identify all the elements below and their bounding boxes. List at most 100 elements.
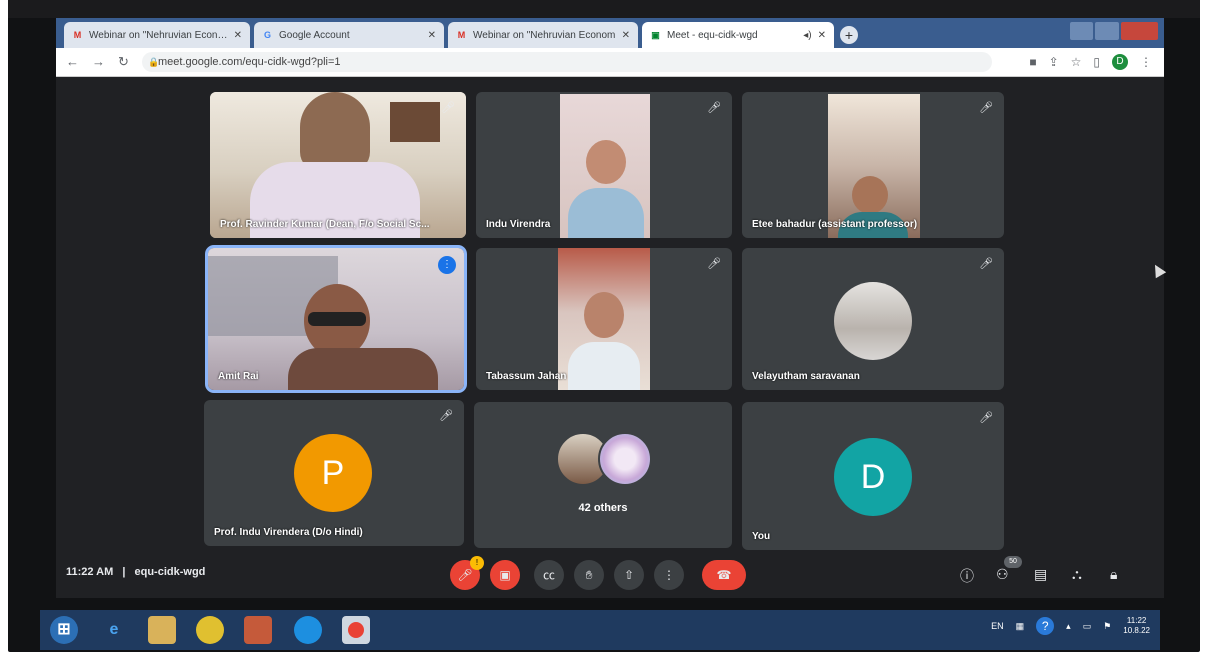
maximize-button[interactable] [1095,22,1119,40]
wall-board [390,102,440,142]
participant-tile[interactable]: P 🎤︎ Prof. Indu Virendera (D/o Hindi) [204,400,464,546]
participant-name: Velayutham saravanan [752,371,860,382]
forward-icon[interactable]: → [92,54,105,69]
tab-webinar-2[interactable]: M Webinar on "Nehruvian Econom ✕ [448,22,638,48]
close-icon[interactable]: ✕ [428,30,436,41]
meeting-info-separator: | [122,566,126,578]
url-field[interactable]: 🔒 meet.google.com/equ-cidk-wgd?pli=1 [142,52,992,72]
language-indicator[interactable]: EN [991,621,1004,631]
participant-head [584,292,624,338]
tab-title: Meet - equ-cidk-wgd [667,29,758,41]
bookmark-star-icon[interactable]: ☆ [1071,55,1082,69]
meet-icon: ▣ [651,29,660,40]
chrome-icon[interactable] [342,616,370,644]
taskbar-clock[interactable]: 11:22 10.8.22 [1123,616,1150,636]
app-icon[interactable] [244,616,272,644]
camera-toggle-button[interactable]: ▣ [490,560,520,590]
profile-avatar[interactable]: D [1112,54,1128,70]
hang-up-icon: ☎︎ [716,568,732,582]
internet-explorer-icon[interactable]: e [100,616,128,644]
system-tray: EN ▦ ? ▴ ▭ ⚑ 11:22 10.8.22 [991,616,1150,636]
participant-head [852,176,888,214]
reload-icon[interactable]: ↻ [118,54,129,70]
participant-photo-avatar [834,282,912,360]
self-name: You [752,531,771,542]
browser-tab-bar: M Webinar on "Nehruvian Econom ✕ G Googl… [56,18,1164,48]
others-tile[interactable]: 42 others [474,402,732,548]
mic-warning-badge: ! [470,556,484,570]
muted-mic-icon: 🎤︎ [707,102,721,114]
start-button-icon[interactable]: ⊞ [50,616,78,644]
flag-icon[interactable]: ⚑ [1103,621,1111,632]
participant-tile[interactable]: 🎤︎ Velayutham saravanan [742,248,1004,390]
participant-tile[interactable]: 🎤︎ Prof. Ravinder Kumar (Dean, F/o Socia… [210,92,466,238]
participant-shirt [568,342,640,390]
participant-tile-speaking[interactable]: ⋮ Amit Rai [205,245,467,393]
present-icon: ⇧ [623,568,635,582]
meeting-details-icon[interactable]: ⓘ [960,566,974,586]
more-vert-icon: ⋮ [663,568,675,582]
network-icon[interactable]: ▭ [1083,621,1092,632]
participant-tile[interactable]: 🎤︎ Tabassum Jahan [476,248,732,390]
participant-tile[interactable]: 🎤︎ Indu Virendra [476,92,732,238]
meeting-control-bar: 11:22 AM | equ-cidk-wgd 🎤︎ ! ▣ ㏄ ✋︎ ⇧ ⋮ … [56,552,1164,598]
minimize-button[interactable] [1070,22,1094,40]
present-button[interactable]: ⇧ [614,560,644,590]
camera-permission-icon[interactable]: ■ [1029,55,1036,69]
share-icon[interactable]: ⇪ [1049,55,1059,69]
participant-glasses [308,312,366,326]
participant-name: Etee bahadur (assistant professor) [752,219,918,230]
tab-webinar-1[interactable]: M Webinar on "Nehruvian Econom ✕ [64,22,250,48]
help-icon[interactable]: ? [1036,617,1055,635]
back-icon[interactable]: ← [66,54,79,69]
address-bar-row: ← → ↻ 🔒 meet.google.com/equ-cidk-wgd?pli… [56,48,1164,77]
participant-name: Indu Virendra [486,219,551,230]
media-player-icon[interactable] [196,616,224,644]
url-text: meet.google.com/equ-cidk-wgd?pli=1 [158,56,341,68]
tab-meet[interactable]: ▣ Meet - equ-cidk-wgd ◂) ✕ [642,22,834,48]
chat-icon[interactable]: ▤ [1034,566,1047,583]
raise-hand-button[interactable]: ✋︎ [574,560,604,590]
close-window-button[interactable] [1120,22,1158,40]
participant-head [586,140,626,184]
os-taskbar: ⊞ e EN ▦ ? ▴ ▭ ⚑ 11:22 10.8.22 [40,610,1160,650]
toolbar-icons: ■ ⇪ ☆ ▯ D ⋮ [1029,54,1152,70]
captions-button[interactable]: ㏄ [534,560,564,590]
window-controls [1070,22,1158,40]
file-explorer-icon[interactable] [148,616,176,644]
camera-off-icon: ▣ [499,568,511,582]
people-icon[interactable]: 50 ⚇ [996,556,1022,583]
leave-call-button[interactable]: ☎︎ [702,560,746,590]
audio-icon[interactable]: ◂) [803,30,811,41]
muted-mic-icon: 🎤︎ [979,258,993,270]
more-options-button[interactable]: ⋮ [654,560,684,590]
host-controls-icon[interactable]: 🔒︎ [1110,566,1117,583]
keyboard-icon[interactable]: ▦ [1016,621,1025,632]
self-tile[interactable]: D 🎤︎ You [742,402,1004,550]
others-avatar-2 [598,432,652,486]
new-tab-button[interactable]: + [840,26,858,44]
side-panel-icon[interactable]: ▯ [1093,55,1100,69]
tab-title: Webinar on "Nehruvian Econom [89,29,228,41]
tab-google-account[interactable]: G Google Account ✕ [254,22,444,48]
mic-off-icon: 🎤︎ [457,568,473,582]
meeting-info: 11:22 AM | equ-cidk-wgd [66,566,205,578]
menu-icon[interactable]: ⋮ [1140,55,1152,69]
participant-avatar: P [294,434,372,512]
mic-toggle-button[interactable]: 🎤︎ ! [450,556,484,590]
muted-mic-icon: 🎤︎ [439,410,453,422]
screen: M Webinar on "Nehruvian Econom ✕ G Googl… [56,18,1164,598]
edge-icon[interactable] [294,616,322,644]
speaking-indicator-icon: ⋮ [438,256,456,274]
tray-expand-icon[interactable]: ▴ [1066,621,1071,632]
participant-body [288,348,438,390]
captions-icon: ㏄ [542,568,555,582]
lock-icon: 🔒 [148,57,160,67]
muted-mic-icon: 🎤︎ [979,102,993,114]
close-icon[interactable]: ✕ [234,30,242,41]
activities-icon[interactable]: ⛬ [1072,566,1082,583]
close-icon[interactable]: ✕ [622,30,630,41]
participant-name: Tabassum Jahan [486,371,567,382]
close-icon[interactable]: ✕ [818,30,826,41]
participant-tile[interactable]: 🎤︎ Etee bahadur (assistant professor) [742,92,1004,238]
